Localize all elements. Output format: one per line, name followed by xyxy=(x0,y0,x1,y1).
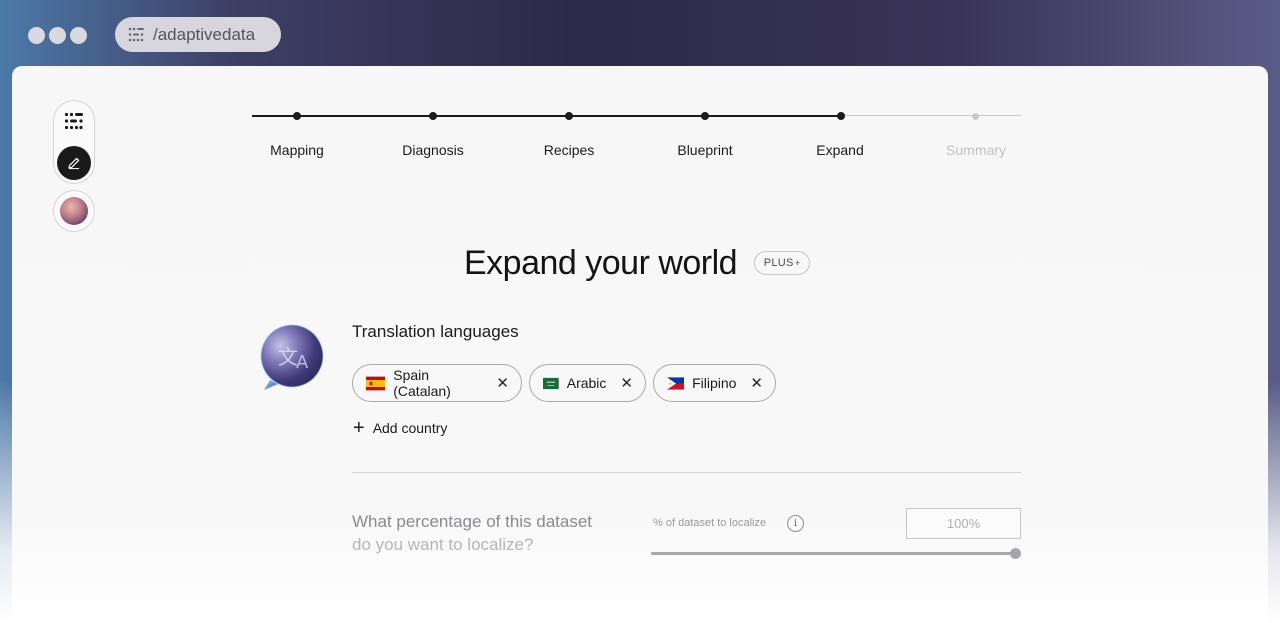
plus-badge: PLUS + xyxy=(754,251,810,275)
step-dot-expand xyxy=(837,112,845,120)
language-chip-label: Arabic xyxy=(566,375,607,391)
sidebar-rail xyxy=(53,100,95,184)
step-diagnosis[interactable]: Diagnosis xyxy=(373,142,493,158)
remove-language-icon[interactable]: ✕ xyxy=(750,376,763,391)
step-dot-blueprint xyxy=(701,112,709,120)
step-dot-recipes xyxy=(565,112,573,120)
step-blueprint[interactable]: Blueprint xyxy=(645,142,765,158)
add-country-button[interactable]: + Add country xyxy=(353,418,447,438)
translate-icon: 文 A xyxy=(260,324,324,390)
url-bar[interactable]: /adaptivedata xyxy=(115,17,281,52)
language-chip-label: Filipino xyxy=(692,375,737,391)
window-close-button[interactable] xyxy=(28,27,45,44)
language-chip-label: Spain (Catalan) xyxy=(393,367,451,399)
step-expand[interactable]: Expand xyxy=(780,142,900,158)
dataset-dots-icon xyxy=(64,112,83,130)
language-chip-filipino[interactable]: Filipino ✕ xyxy=(653,364,776,402)
dataset-dots-icon xyxy=(128,27,144,42)
plus-icon: + xyxy=(353,417,365,439)
svg-text:文: 文 xyxy=(278,345,298,369)
section-divider xyxy=(352,472,1021,473)
plus-badge-label: PLUS xyxy=(763,257,794,269)
step-summary[interactable]: Summary xyxy=(916,142,1036,158)
step-dot-diagnosis xyxy=(429,112,437,120)
remove-language-icon[interactable]: ✕ xyxy=(620,376,633,391)
stepper-remaining-line xyxy=(840,115,1021,116)
user-avatar-button[interactable] xyxy=(53,190,95,232)
slider-label: % of dataset to localize xyxy=(653,517,767,529)
language-chip-spain[interactable]: Spain (Catalan) ✕ xyxy=(352,364,522,402)
translation-languages-label: Translation languages xyxy=(352,322,519,341)
localize-slider-track[interactable] xyxy=(651,552,1015,555)
localize-question-line1: What percentage of this dataset xyxy=(352,512,593,531)
stepper-progress-line xyxy=(252,115,840,117)
step-mapping[interactable]: Mapping xyxy=(237,142,357,158)
svg-text:A: A xyxy=(296,352,309,373)
localize-slider-handle[interactable] xyxy=(1010,548,1021,559)
philippines-flag-icon xyxy=(667,376,685,390)
sidebar-item-datasets[interactable] xyxy=(62,109,86,133)
page-title: Expand your world xyxy=(464,244,738,282)
window-minimize-button[interactable] xyxy=(49,27,66,44)
percent-input[interactable]: 100% xyxy=(906,508,1021,539)
localize-question: What percentage of this dataset do you w… xyxy=(352,510,622,556)
step-recipes[interactable]: Recipes xyxy=(509,142,629,158)
window-controls xyxy=(28,27,87,44)
language-chip-arabic[interactable]: Arabic ✕ xyxy=(529,364,646,402)
spain-flag-icon xyxy=(366,376,386,390)
remove-language-icon[interactable]: ✕ xyxy=(496,376,509,391)
localize-question-line2: do you want to localize? xyxy=(352,535,534,554)
avatar xyxy=(60,197,88,225)
plus-badge-mark: + xyxy=(794,258,801,268)
url-text: /adaptivedata xyxy=(153,24,256,44)
step-dot-summary xyxy=(972,113,979,120)
saudi-arabia-flag-icon xyxy=(543,377,559,389)
window-maximize-button[interactable] xyxy=(70,27,87,44)
app-window xyxy=(12,66,1268,623)
localize-slider-fill xyxy=(651,552,1015,555)
step-dot-mapping xyxy=(293,112,301,120)
sidebar-item-edit[interactable] xyxy=(57,146,91,180)
info-icon[interactable]: i xyxy=(787,515,804,532)
pencil-icon xyxy=(68,157,80,170)
add-country-label: Add country xyxy=(372,420,448,436)
